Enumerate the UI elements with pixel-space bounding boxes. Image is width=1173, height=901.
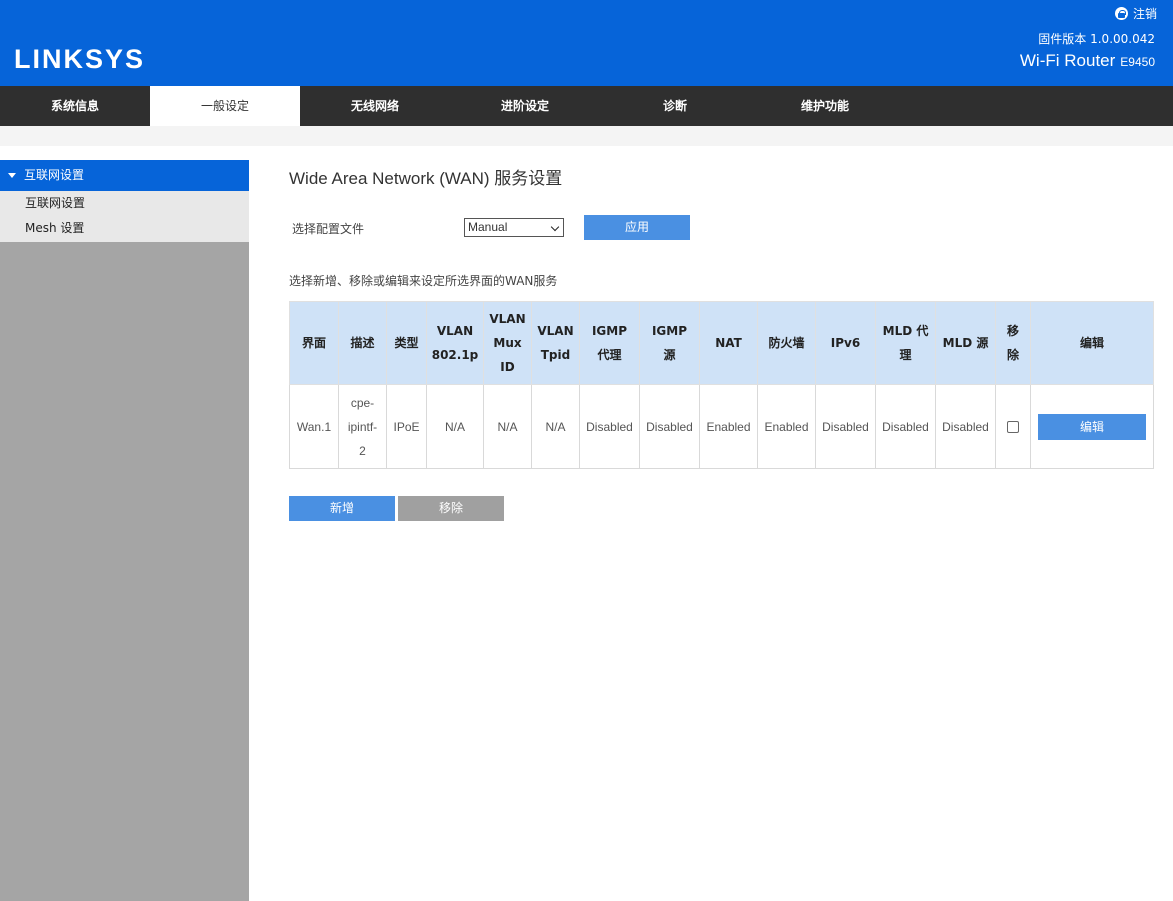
cell-firewall: Enabled: [757, 384, 816, 469]
apply-button[interactable]: 应用: [584, 215, 690, 240]
nav-item-maintenance[interactable]: 维护功能: [750, 86, 900, 126]
cell-interface: Wan.1: [289, 384, 339, 469]
caret-down-icon: [8, 173, 16, 178]
nav-item-general-settings[interactable]: 一般设定: [150, 86, 300, 126]
col-header-vlan-tpid: VLAN Tpid: [531, 301, 580, 385]
sidebar-section-internet[interactable]: 互联网设置: [0, 160, 249, 191]
linksys-logo: LINKSYS: [14, 44, 146, 74]
cell-description: cpe-ipintf- 2: [338, 384, 387, 469]
cell-type: IPoE: [386, 384, 427, 469]
profile-select-value: Manual: [468, 220, 508, 234]
col-header-igmp-source: IGMP 源: [639, 301, 700, 385]
nav-item-diagnostics[interactable]: 诊断: [600, 86, 750, 126]
cell-edit: 编辑: [1030, 384, 1154, 469]
cell-remove: [995, 384, 1031, 469]
add-button[interactable]: 新增: [289, 496, 395, 521]
remove-button[interactable]: 移除: [398, 496, 504, 521]
sidebar-item-mesh-settings[interactable]: Mesh 设置: [0, 216, 249, 241]
logout-label: 注销: [1132, 7, 1157, 21]
col-header-remove: 移除: [995, 301, 1031, 385]
nav-item-advanced[interactable]: 进阶设定: [450, 86, 600, 126]
col-header-description: 描述: [338, 301, 387, 385]
cell-mld-proxy: Disabled: [875, 384, 936, 469]
instruction-text: 选择新增、移除或编辑来设定所选界面的WAN服务: [289, 274, 558, 288]
edit-button[interactable]: 编辑: [1038, 413, 1146, 440]
cell-igmp-source: Disabled: [639, 384, 700, 469]
cell-igmp-proxy: Disabled: [579, 384, 640, 469]
col-header-firewall: 防火墙: [757, 301, 816, 385]
chevron-down-icon: [550, 222, 560, 232]
cell-vlan-8021p: N/A: [426, 384, 484, 469]
page-title: Wide Area Network (WAN) 服务设置: [289, 169, 563, 188]
nav-item-system-info[interactable]: 系统信息: [0, 86, 150, 126]
lock-icon: [1114, 7, 1128, 20]
logout-link[interactable]: 注销: [1114, 5, 1157, 22]
cell-ipv6: Disabled: [815, 384, 876, 469]
sub-nav-bar: [0, 126, 1173, 146]
profile-select[interactable]: Manual: [464, 218, 564, 237]
nav-item-wireless[interactable]: 无线网络: [300, 86, 450, 126]
col-header-type: 类型: [386, 301, 427, 385]
col-header-vlan-mux-id: VLAN Mux ID: [483, 301, 532, 385]
cell-nat: Enabled: [699, 384, 758, 469]
col-header-mld-source: MLD 源: [935, 301, 996, 385]
col-header-ipv6: IPv6: [815, 301, 876, 385]
profile-label: 选择配置文件: [292, 222, 365, 236]
sidebar-section-label: 互联网设置: [24, 168, 85, 182]
model-number: E9450: [1120, 55, 1155, 69]
cell-vlan-mux-id: N/A: [483, 384, 532, 469]
header: LINKSYS 注销 固件版本 1.0.00.042 Wi-Fi Router E…: [0, 0, 1173, 86]
remove-checkbox[interactable]: [1007, 421, 1019, 434]
col-header-nat: NAT: [699, 301, 758, 385]
col-header-igmp-proxy: IGMP 代理: [579, 301, 640, 385]
col-header-edit: 编辑: [1030, 301, 1154, 385]
main-nav: 系统信息 一般设定 无线网络 进阶设定 诊断 维护功能: [0, 86, 1173, 126]
product-model: Wi-Fi Router E9450: [1020, 51, 1155, 71]
table-header-row: 界面 描述 类型 VLAN 802.1p VLAN Mux ID VLAN Tpid I…: [289, 301, 1154, 385]
sidebar-item-internet-settings[interactable]: 互联网设置: [0, 191, 249, 216]
cell-vlan-tpid: N/A: [531, 384, 580, 469]
firmware-version: 固件版本 1.0.00.042: [1038, 32, 1155, 46]
cell-mld-source: Disabled: [935, 384, 996, 469]
sidebar: 互联网设置 互联网设置 Mesh 设置: [0, 146, 249, 901]
table-row: Wan.1 cpe-ipintf- 2 IPoE N/A N/A N/A Disa…: [289, 384, 1154, 469]
wan-services-table: 界面 描述 类型 VLAN 802.1p VLAN Mux ID VLAN Tpid I…: [289, 301, 1154, 469]
col-header-mld-proxy: MLD 代理: [875, 301, 936, 385]
col-header-vlan-8021p: VLAN 802.1p: [426, 301, 484, 385]
col-header-interface: 界面: [289, 301, 339, 385]
sidebar-items: 互联网设置 Mesh 设置: [0, 191, 249, 242]
product-name: Wi-Fi Router: [1019, 51, 1116, 70]
